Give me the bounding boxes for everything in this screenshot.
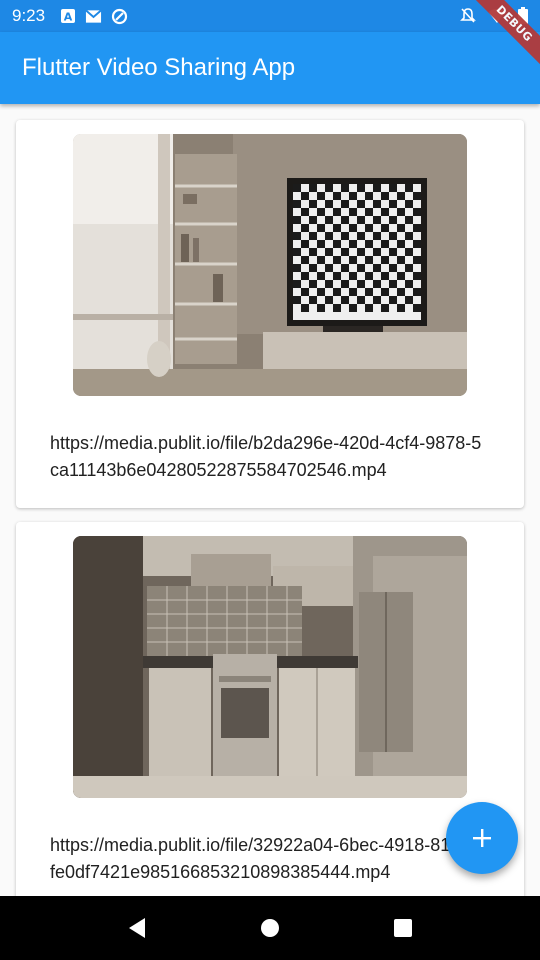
add-video-button[interactable] xyxy=(446,802,518,874)
status-bar: 9:23 A xyxy=(0,0,540,32)
app-title: Flutter Video Sharing App xyxy=(22,54,296,81)
video-url[interactable]: https://media.publit.io/file/32922a04-6b… xyxy=(50,832,490,886)
video-url[interactable]: https://media.publit.io/file/b2da296e-42… xyxy=(50,430,490,484)
navigation-bar xyxy=(0,896,540,960)
video-thumbnail-kitchen[interactable] xyxy=(73,536,467,798)
status-time: 9:23 xyxy=(12,6,46,25)
video-list[interactable]: https://media.publit.io/file/b2da296e-42… xyxy=(0,104,540,896)
svg-text:A: A xyxy=(63,11,72,24)
home-icon[interactable] xyxy=(250,908,290,948)
screen: 9:23 A DEBUG Flutter Video Sharing App h… xyxy=(0,0,540,960)
video-thumbnail-living-room[interactable] xyxy=(73,134,467,396)
recents-icon[interactable] xyxy=(383,908,423,948)
do-not-disturb-icon xyxy=(460,7,476,28)
video-card[interactable]: https://media.publit.io/file/b2da296e-42… xyxy=(16,120,524,508)
a-notification-icon: A xyxy=(59,8,76,25)
plus-icon xyxy=(473,829,491,847)
back-icon[interactable] xyxy=(117,908,157,948)
sync-icon xyxy=(111,8,128,25)
gmail-icon xyxy=(85,8,102,25)
app-bar: Flutter Video Sharing App xyxy=(0,32,540,104)
